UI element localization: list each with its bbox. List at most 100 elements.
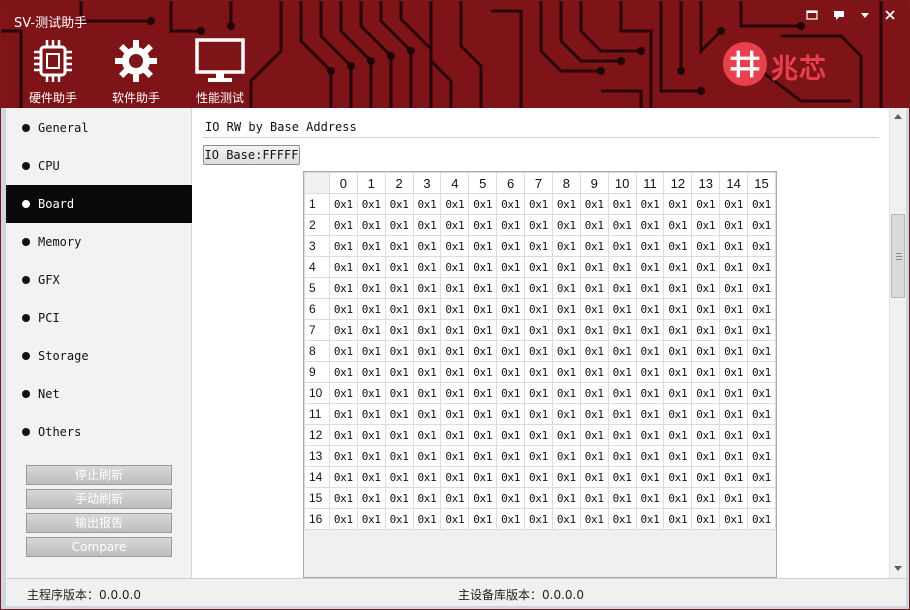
register-cell[interactable]: 0x1	[468, 340, 498, 362]
register-cell[interactable]: 0x1	[468, 382, 498, 404]
sidebar-item-gfx[interactable]: GFX	[6, 261, 192, 299]
register-cell[interactable]: 0x1	[468, 487, 498, 509]
register-cell[interactable]: 0x1	[579, 298, 609, 320]
register-cell[interactable]: 0x1	[579, 487, 609, 509]
register-cell[interactable]: 0x1	[328, 466, 358, 488]
register-cell[interactable]: 0x1	[551, 319, 581, 341]
register-cell[interactable]: 0x1	[663, 256, 693, 278]
register-cell[interactable]: 0x1	[524, 319, 553, 341]
register-cell[interactable]: 0x1	[551, 298, 581, 320]
register-cell[interactable]: 0x1	[635, 361, 665, 383]
scroll-down-icon[interactable]	[894, 566, 902, 571]
register-cell[interactable]: 0x1	[524, 361, 553, 383]
register-cell[interactable]: 0x1	[524, 193, 553, 215]
register-cell[interactable]: 0x1	[356, 340, 386, 362]
register-cell[interactable]: 0x1	[607, 214, 637, 236]
register-cell[interactable]: 0x1	[747, 361, 776, 383]
register-cell[interactable]: 0x1	[635, 235, 665, 257]
column-header[interactable]: 10	[607, 172, 637, 194]
register-cell[interactable]: 0x1	[412, 424, 442, 446]
register-cell[interactable]: 0x1	[384, 361, 414, 383]
column-header[interactable]: 7	[524, 172, 553, 194]
row-header[interactable]: 14	[304, 466, 330, 488]
register-cell[interactable]: 0x1	[412, 508, 442, 530]
register-cell[interactable]: 0x1	[719, 214, 749, 236]
register-cell[interactable]: 0x1	[440, 193, 470, 215]
register-cell[interactable]: 0x1	[579, 424, 609, 446]
register-cell[interactable]: 0x1	[579, 403, 609, 425]
register-cell[interactable]: 0x1	[384, 235, 414, 257]
register-cell[interactable]: 0x1	[384, 340, 414, 362]
software-assistant-button[interactable]: 软件助手	[101, 37, 171, 105]
register-cell[interactable]: 0x1	[356, 445, 386, 467]
register-cell[interactable]: 0x1	[412, 193, 442, 215]
register-cell[interactable]: 0x1	[468, 424, 498, 446]
register-cell[interactable]: 0x1	[468, 256, 498, 278]
column-header[interactable]: 0	[328, 172, 358, 194]
register-cell[interactable]: 0x1	[384, 382, 414, 404]
register-cell[interactable]: 0x1	[412, 277, 442, 299]
register-cell[interactable]: 0x1	[719, 508, 749, 530]
register-cell[interactable]: 0x1	[384, 319, 414, 341]
register-cell[interactable]: 0x1	[440, 487, 470, 509]
row-header[interactable]: 4	[304, 256, 330, 278]
register-cell[interactable]: 0x1	[635, 403, 665, 425]
register-cell[interactable]: 0x1	[440, 508, 470, 530]
register-cell[interactable]: 0x1	[356, 466, 386, 488]
register-cell[interactable]: 0x1	[607, 277, 637, 299]
register-cell[interactable]: 0x1	[663, 298, 693, 320]
register-cell[interactable]: 0x1	[663, 361, 693, 383]
register-cell[interactable]: 0x1	[356, 277, 386, 299]
register-cell[interactable]: 0x1	[440, 277, 470, 299]
register-cell[interactable]: 0x1	[468, 403, 498, 425]
register-cell[interactable]: 0x1	[607, 298, 637, 320]
register-cell[interactable]: 0x1	[607, 340, 637, 362]
register-cell[interactable]: 0x1	[607, 235, 637, 257]
register-cell[interactable]: 0x1	[524, 298, 553, 320]
register-cell[interactable]: 0x1	[579, 508, 609, 530]
vertical-scrollbar[interactable]	[889, 108, 906, 578]
register-cell[interactable]: 0x1	[691, 403, 721, 425]
register-cell[interactable]: 0x1	[468, 466, 498, 488]
register-cell[interactable]: 0x1	[328, 340, 358, 362]
column-header[interactable]: 2	[384, 172, 414, 194]
register-cell[interactable]: 0x1	[524, 403, 553, 425]
register-cell[interactable]: 0x1	[468, 193, 498, 215]
register-cell[interactable]: 0x1	[635, 382, 665, 404]
register-cell[interactable]: 0x1	[635, 319, 665, 341]
row-header[interactable]: 13	[304, 445, 330, 467]
register-cell[interactable]: 0x1	[747, 382, 776, 404]
register-cell[interactable]: 0x1	[440, 214, 470, 236]
sidebar-item-general[interactable]: General	[6, 109, 192, 147]
row-header[interactable]: 1	[304, 193, 330, 215]
register-cell[interactable]: 0x1	[579, 466, 609, 488]
register-cell[interactable]: 0x1	[551, 340, 581, 362]
register-cell[interactable]: 0x1	[691, 487, 721, 509]
register-cell[interactable]: 0x1	[663, 319, 693, 341]
column-header[interactable]: 5	[468, 172, 498, 194]
register-cell[interactable]: 0x1	[328, 403, 358, 425]
register-cell[interactable]: 0x1	[328, 424, 358, 446]
register-cell[interactable]: 0x1	[524, 487, 553, 509]
register-cell[interactable]: 0x1	[440, 256, 470, 278]
register-cell[interactable]: 0x1	[747, 319, 776, 341]
register-cell[interactable]: 0x1	[635, 487, 665, 509]
column-header[interactable]: 8	[551, 172, 581, 194]
sidebar-item-pci[interactable]: PCI	[6, 299, 192, 337]
register-cell[interactable]: 0x1	[412, 361, 442, 383]
register-cell[interactable]: 0x1	[719, 487, 749, 509]
register-cell[interactable]: 0x1	[691, 382, 721, 404]
register-cell[interactable]: 0x1	[356, 256, 386, 278]
sidebar-item-cpu[interactable]: CPU	[6, 147, 192, 185]
register-cell[interactable]: 0x1	[635, 298, 665, 320]
register-cell[interactable]: 0x1	[579, 319, 609, 341]
register-cell[interactable]: 0x1	[524, 466, 553, 488]
register-cell[interactable]: 0x1	[719, 361, 749, 383]
register-cell[interactable]: 0x1	[719, 319, 749, 341]
register-cell[interactable]: 0x1	[719, 235, 749, 257]
row-header[interactable]: 15	[304, 487, 330, 509]
register-cell[interactable]: 0x1	[384, 193, 414, 215]
register-cell[interactable]: 0x1	[747, 403, 776, 425]
register-cell[interactable]: 0x1	[356, 487, 386, 509]
register-cell[interactable]: 0x1	[384, 214, 414, 236]
